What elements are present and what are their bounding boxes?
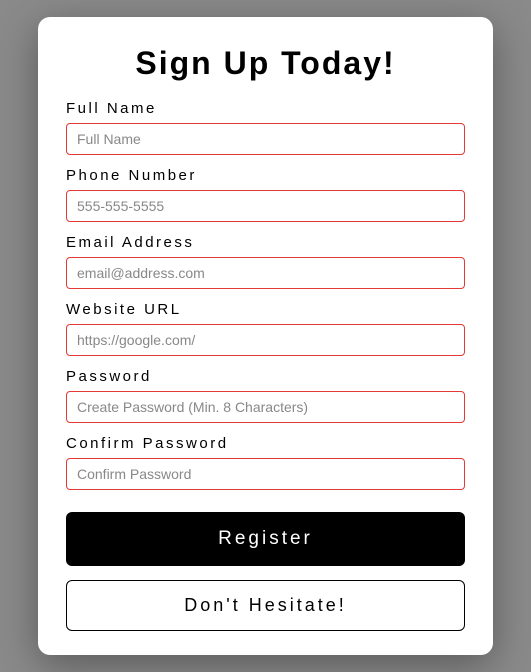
password-input[interactable]	[66, 391, 465, 423]
field-group-email: Email Address	[66, 234, 465, 289]
fullname-input[interactable]	[66, 123, 465, 155]
email-input[interactable]	[66, 257, 465, 289]
confirm-password-input[interactable]	[66, 458, 465, 490]
register-button[interactable]: Register	[66, 512, 465, 566]
signup-card: Sign Up Today! Full Name Phone Number Em…	[38, 17, 493, 655]
fullname-label: Full Name	[66, 100, 465, 117]
phone-input[interactable]	[66, 190, 465, 222]
field-group-confirm-password: Confirm Password	[66, 435, 465, 490]
password-label: Password	[66, 368, 465, 385]
field-group-phone: Phone Number	[66, 167, 465, 222]
field-group-website: Website URL	[66, 301, 465, 356]
page-title: Sign Up Today!	[66, 45, 465, 82]
field-group-password: Password	[66, 368, 465, 423]
confirm-password-label: Confirm Password	[66, 435, 465, 452]
secondary-button[interactable]: Don't Hesitate!	[66, 580, 465, 631]
field-group-fullname: Full Name	[66, 100, 465, 155]
phone-label: Phone Number	[66, 167, 465, 184]
website-input[interactable]	[66, 324, 465, 356]
email-label: Email Address	[66, 234, 465, 251]
website-label: Website URL	[66, 301, 465, 318]
